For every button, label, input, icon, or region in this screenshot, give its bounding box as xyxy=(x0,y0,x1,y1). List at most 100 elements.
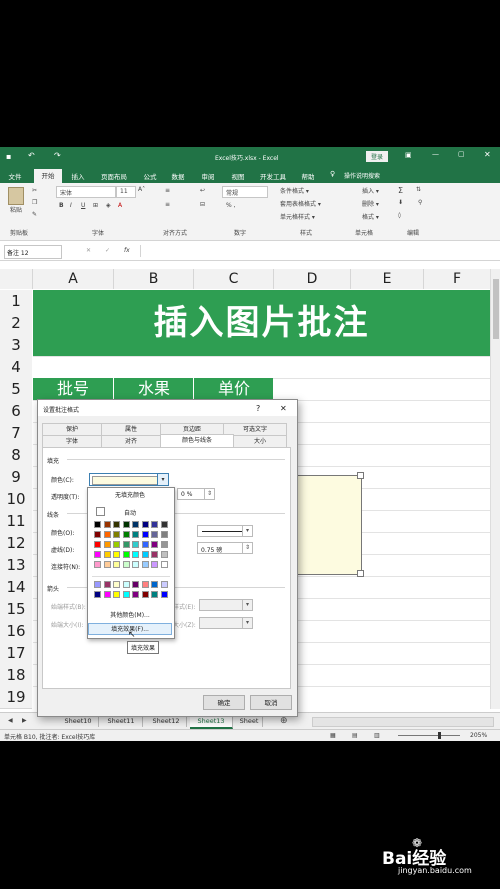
color-swatch[interactable] xyxy=(122,541,130,548)
spinner-icon[interactable]: ⇕ xyxy=(204,489,214,499)
row-header[interactable]: 13 xyxy=(0,554,32,577)
row-header[interactable]: 1 xyxy=(0,290,32,313)
fill-icon[interactable]: ⬇ xyxy=(398,199,403,206)
comment-resize-handle[interactable] xyxy=(357,570,364,577)
add-sheet-icon[interactable]: ⊕ xyxy=(280,716,288,726)
color-swatch[interactable] xyxy=(160,531,168,538)
increase-font-icon[interactable]: A˄ xyxy=(138,186,145,193)
color-swatch[interactable] xyxy=(132,561,139,568)
font-name-select[interactable]: 宋体 xyxy=(56,186,116,198)
row-header[interactable]: 2 xyxy=(0,312,32,335)
find-icon[interactable]: ⚲ xyxy=(418,199,422,206)
align-top-icon[interactable]: ≡ xyxy=(165,187,170,194)
color-swatch[interactable] xyxy=(160,581,168,588)
tab-view[interactable]: 视图 xyxy=(226,170,250,184)
dialog-close-icon[interactable]: ✕ xyxy=(280,404,287,413)
format-as-table-button[interactable]: 套用表格格式 ▾ xyxy=(280,199,321,208)
tell-me-search[interactable]: 操作说明搜索 xyxy=(344,171,380,180)
conditional-format-button[interactable]: 条件格式 ▾ xyxy=(280,186,309,195)
column-header-a[interactable]: A xyxy=(33,269,114,289)
color-swatch[interactable] xyxy=(160,541,168,548)
color-swatch[interactable] xyxy=(94,531,101,538)
tab-review[interactable]: 审阅 xyxy=(196,170,220,184)
end-size-select[interactable]: ▾ xyxy=(199,617,253,629)
sort-filter-icon[interactable]: ⇅ xyxy=(416,186,421,193)
color-swatch[interactable] xyxy=(151,591,158,598)
format-painter-icon[interactable]: ✎ xyxy=(32,211,37,218)
color-swatch[interactable] xyxy=(132,531,139,538)
color-swatch[interactable] xyxy=(141,561,149,568)
color-swatch[interactable] xyxy=(94,551,101,558)
row-header[interactable]: 10 xyxy=(0,488,32,511)
row-header[interactable]: 11 xyxy=(0,510,32,533)
chevron-down-icon[interactable]: ▾ xyxy=(157,474,168,485)
login-button[interactable]: 登录 xyxy=(366,151,389,162)
color-swatch[interactable] xyxy=(113,531,120,538)
help-icon[interactable]: ? xyxy=(256,404,260,413)
sheet-tab-10[interactable]: Sheet10 xyxy=(58,716,99,727)
color-swatch[interactable] xyxy=(132,551,139,558)
color-swatch[interactable] xyxy=(160,551,168,558)
horizontal-scrollbar[interactable] xyxy=(312,717,494,727)
cancel-icon[interactable]: ✕ xyxy=(86,247,91,254)
fill-color-icon[interactable]: ◈ xyxy=(106,202,111,209)
color-swatch[interactable] xyxy=(103,531,111,538)
color-swatch[interactable] xyxy=(122,591,130,598)
color-swatch[interactable] xyxy=(103,591,111,598)
ok-button[interactable]: 确定 xyxy=(203,695,245,710)
font-color-icon[interactable]: A xyxy=(118,202,122,209)
color-swatch[interactable] xyxy=(103,581,111,588)
formula-input[interactable] xyxy=(140,245,491,257)
row-header[interactable]: 3 xyxy=(0,334,32,357)
cut-icon[interactable]: ✂ xyxy=(32,187,37,194)
color-swatch[interactable] xyxy=(141,531,149,538)
vertical-scrollbar[interactable] xyxy=(490,269,500,709)
color-swatch[interactable] xyxy=(160,561,168,568)
tab-help[interactable]: 帮助 xyxy=(296,170,320,184)
color-swatch[interactable] xyxy=(141,521,149,528)
column-header-d[interactable]: D xyxy=(274,269,351,289)
border-icon[interactable]: ⊞ xyxy=(93,202,98,209)
color-swatch[interactable] xyxy=(103,541,111,548)
color-swatch[interactable] xyxy=(151,541,158,548)
chevron-down-icon[interactable]: ▾ xyxy=(242,526,252,536)
align-left-icon[interactable]: ≡ xyxy=(165,201,170,208)
color-swatch[interactable] xyxy=(122,561,130,568)
color-swatch[interactable] xyxy=(103,521,111,528)
undo-icon[interactable]: ↶ xyxy=(28,151,35,160)
comment-resize-handle[interactable] xyxy=(357,472,364,479)
cancel-button[interactable]: 取消 xyxy=(250,695,292,710)
tab-developer[interactable]: 开发工具 xyxy=(255,170,291,184)
color-swatch[interactable] xyxy=(160,591,168,598)
color-swatch[interactable] xyxy=(94,581,101,588)
color-swatch[interactable] xyxy=(113,521,120,528)
prev-sheet-icon[interactable]: ◀ xyxy=(8,717,13,724)
tab-formulas[interactable]: 公式 xyxy=(138,170,162,184)
sheet-tab-12[interactable]: Sheet12 xyxy=(146,716,187,727)
automatic-option[interactable]: 自动 xyxy=(88,505,172,517)
paste-button[interactable]: 粘贴 xyxy=(6,187,26,214)
color-swatch[interactable] xyxy=(103,551,111,558)
no-fill-option[interactable]: 无填充颜色 xyxy=(88,490,172,502)
function-icon[interactable]: fx xyxy=(124,247,130,254)
color-swatch[interactable] xyxy=(122,521,130,528)
underline-button[interactable]: U xyxy=(81,202,85,209)
color-swatch[interactable] xyxy=(122,581,130,588)
color-swatch[interactable] xyxy=(141,591,149,598)
column-header-e[interactable]: E xyxy=(351,269,424,289)
header-batch[interactable]: 批号 xyxy=(33,378,113,400)
enter-icon[interactable]: ✓ xyxy=(105,247,110,254)
chevron-down-icon[interactable]: ▾ xyxy=(242,618,252,628)
cell-styles-button[interactable]: 单元格样式 ▾ xyxy=(280,212,315,221)
row-header[interactable]: 17 xyxy=(0,642,32,665)
header-price[interactable]: 单价 xyxy=(193,378,274,400)
sheet-tab-11[interactable]: Sheet11 xyxy=(100,716,143,727)
color-swatch[interactable] xyxy=(122,551,130,558)
color-swatch[interactable] xyxy=(94,521,101,528)
zoom-slider-thumb[interactable] xyxy=(438,732,441,739)
next-sheet-icon[interactable]: ▶ xyxy=(22,717,27,724)
select-all-corner[interactable] xyxy=(0,269,33,289)
format-cells-button[interactable]: 格式 ▾ xyxy=(362,212,379,221)
row-header[interactable]: 16 xyxy=(0,620,32,643)
color-swatch[interactable] xyxy=(132,521,139,528)
